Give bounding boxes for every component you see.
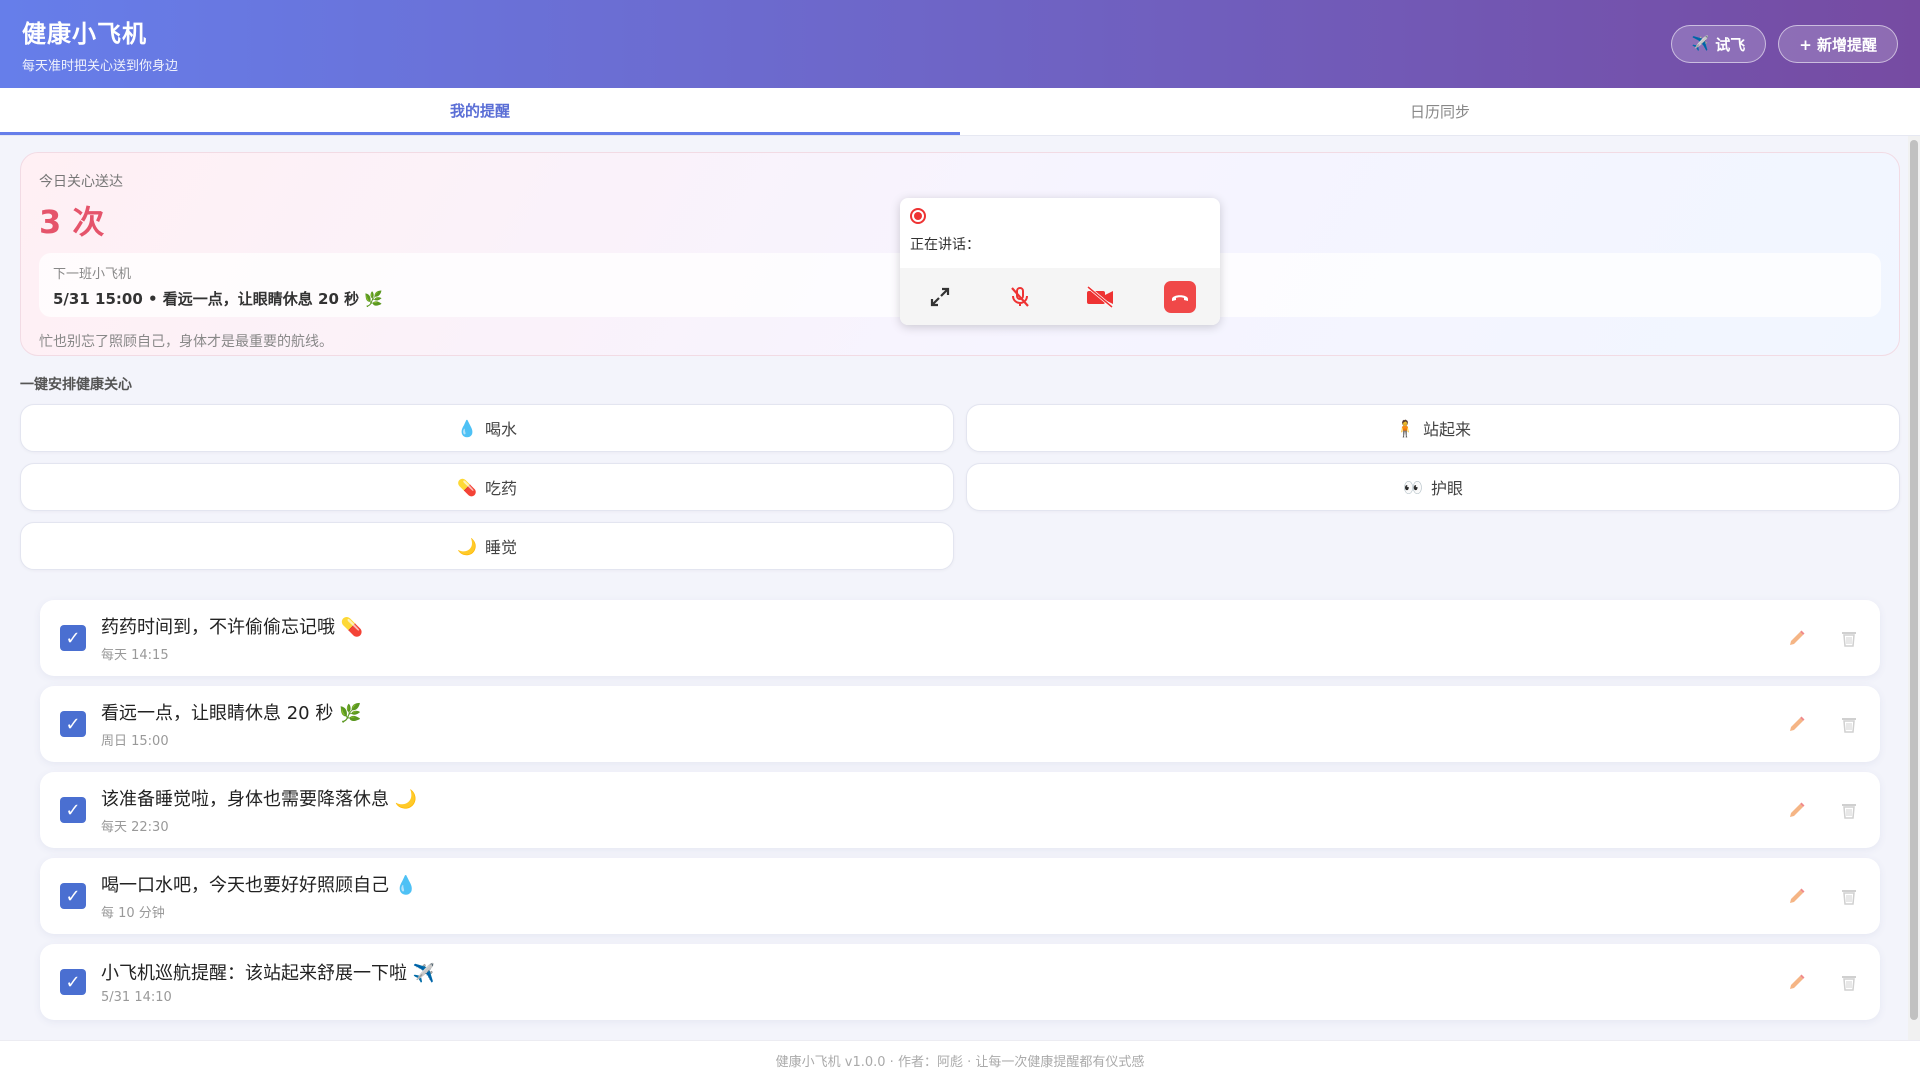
speaking-label: 正在讲话：: [910, 237, 980, 253]
trash-icon[interactable]: [1838, 627, 1860, 649]
call-panel: 正在讲话：: [900, 198, 1220, 325]
reminder-time: 5/31 14:10: [101, 990, 172, 1005]
reminder-text: 小飞机巡航提醒：该站起来舒展一下啦 ✈️ 5/31 14:10: [101, 959, 1786, 1005]
pill-icon: 💊: [457, 477, 477, 497]
eyes-icon: 👀: [1403, 477, 1423, 497]
reminder-text: 该准备睡觉啦，身体也需要降落休息 🌙 每天 22:30: [101, 785, 1786, 835]
list-item: ✓ 小飞机巡航提醒：该站起来舒展一下啦 ✈️ 5/31 14:10: [40, 944, 1880, 1020]
pencil-icon[interactable]: [1786, 627, 1808, 649]
list-item: ✓ 喝一口水吧，今天也要好好照顾自己 💧 每 10 分钟: [40, 858, 1880, 934]
quick-eye-label: 护眼: [1430, 479, 1463, 498]
reminder-checkbox[interactable]: ✓: [60, 711, 86, 737]
reminder-text: 喝一口水吧，今天也要好好照顾自己 💧 每 10 分钟: [101, 871, 1786, 921]
reminder-title: 该准备睡觉啦，身体也需要降落休息 🌙: [101, 789, 418, 810]
quick-sleep-label: 睡觉: [484, 538, 517, 557]
brand: 健康小飞机 每天准时把关心送到你身边: [22, 14, 178, 74]
tab-my-reminders[interactable]: 我的提醒: [0, 88, 960, 135]
quick-title: 一键安排健康关心: [20, 377, 132, 393]
summary-note: 忙也别忘了照顾自己，身体才是最重要的航线。: [39, 334, 333, 350]
mic-muted-icon[interactable]: [1004, 281, 1036, 313]
tab-bar: 我的提醒 日历同步: [0, 88, 1920, 136]
reminder-checkbox[interactable]: ✓: [60, 883, 86, 909]
tab-calendar-sync[interactable]: 日历同步: [960, 88, 1920, 135]
app-header: 健康小飞机 每天准时把关心送到你身边 ✈️ 试飞 + 新增提醒: [0, 0, 1920, 88]
camera-off-icon[interactable]: [1084, 281, 1116, 313]
water-drop-icon: 💧: [457, 418, 477, 438]
add-reminder-button[interactable]: + 新增提醒: [1778, 25, 1898, 63]
reminder-checkbox[interactable]: ✓: [60, 797, 86, 823]
trash-icon[interactable]: [1838, 799, 1860, 821]
quick-water-button[interactable]: 💧 喝水: [20, 404, 954, 452]
reminder-list: ✓ 药药时间到，不许偷偷忘记哦 💊 每天 14:15 ✓ 看远一点，让眼睛休息 …: [40, 600, 1880, 1020]
quick-medicine-label: 吃药: [484, 479, 517, 498]
trash-icon[interactable]: [1838, 885, 1860, 907]
list-item: ✓ 看远一点，让眼睛休息 20 秒 🌿 周日 15:00: [40, 686, 1880, 762]
quick-eye-button[interactable]: 👀 护眼: [966, 463, 1900, 511]
quick-medicine-button[interactable]: 💊 吃药: [20, 463, 954, 511]
pencil-icon[interactable]: [1786, 885, 1808, 907]
reminder-checkbox[interactable]: ✓: [60, 625, 86, 651]
add-reminder-label: + 新增提醒: [1799, 35, 1877, 54]
test-fly-button[interactable]: ✈️ 试飞: [1670, 25, 1767, 63]
reminder-actions: [1786, 971, 1860, 993]
app-footer: 健康小飞机 v1.0.0 · 作者：阿彪 · 让每一次健康提醒都有仪式感: [0, 1040, 1920, 1080]
quick-sleep-button[interactable]: 🌙 睡觉: [20, 522, 954, 570]
reminder-actions: [1786, 799, 1860, 821]
call-status: 正在讲话：: [900, 198, 1220, 268]
reminder-time: 每 10 分钟: [101, 906, 165, 921]
list-item: ✓ 药药时间到，不许偷偷忘记哦 💊 每天 14:15: [40, 600, 1880, 676]
reminder-actions: [1786, 713, 1860, 735]
reminder-title: 看远一点，让眼睛休息 20 秒 🌿: [101, 703, 362, 724]
quick-stand-button[interactable]: 🧍 站起来: [966, 404, 1900, 452]
reminder-actions: [1786, 627, 1860, 649]
trash-icon[interactable]: [1838, 713, 1860, 735]
today-label: 今日关心送达: [39, 174, 123, 190]
scrollbar-thumb[interactable]: [1910, 140, 1918, 1020]
reminder-time: 每天 14:15: [101, 648, 169, 663]
app-title: 健康小飞机: [22, 20, 147, 48]
reminder-actions: [1786, 885, 1860, 907]
recording-icon: [910, 208, 926, 224]
quick-water-label: 喝水: [484, 420, 517, 439]
reminder-title: 药药时间到，不许偷偷忘记哦 💊: [101, 617, 364, 638]
quick-grid: 💧 喝水 🧍 站起来 💊 吃药 👀 护眼 🌙 睡觉: [20, 404, 1900, 570]
reminder-title: 小飞机巡航提醒：该站起来舒展一下啦 ✈️: [101, 963, 436, 984]
app-subtitle: 每天准时把关心送到你身边: [22, 59, 179, 74]
pencil-icon[interactable]: [1786, 971, 1808, 993]
list-item: ✓ 该准备睡觉啦，身体也需要降落休息 🌙 每天 22:30: [40, 772, 1880, 848]
call-controls: [900, 268, 1220, 325]
trash-icon[interactable]: [1838, 971, 1860, 993]
person-standing-icon: 🧍: [1395, 418, 1415, 438]
reminder-checkbox[interactable]: ✓: [60, 969, 86, 995]
test-fly-label: 试飞: [1715, 35, 1746, 54]
reminder-time: 每天 22:30: [101, 820, 169, 835]
hangup-icon[interactable]: [1164, 280, 1196, 313]
plane-icon: ✈️: [1691, 36, 1710, 52]
reminder-text: 药药时间到，不许偷偷忘记哦 💊 每天 14:15: [101, 613, 1786, 663]
footer-text: 健康小飞机 v1.0.0 · 作者：阿彪 · 让每一次健康提醒都有仪式感: [775, 1055, 1145, 1070]
reminder-time: 周日 15:00: [101, 734, 169, 749]
expand-icon[interactable]: [924, 281, 956, 313]
reminder-title: 喝一口水吧，今天也要好好照顾自己 💧: [101, 875, 418, 896]
reminder-text: 看远一点，让眼睛休息 20 秒 🌿 周日 15:00: [101, 699, 1786, 749]
pencil-icon[interactable]: [1786, 799, 1808, 821]
quick-stand-label: 站起来: [1422, 420, 1471, 439]
moon-icon: 🌙: [457, 536, 477, 556]
header-actions: ✈️ 试飞 + 新增提醒: [1670, 25, 1898, 63]
pencil-icon[interactable]: [1786, 713, 1808, 735]
